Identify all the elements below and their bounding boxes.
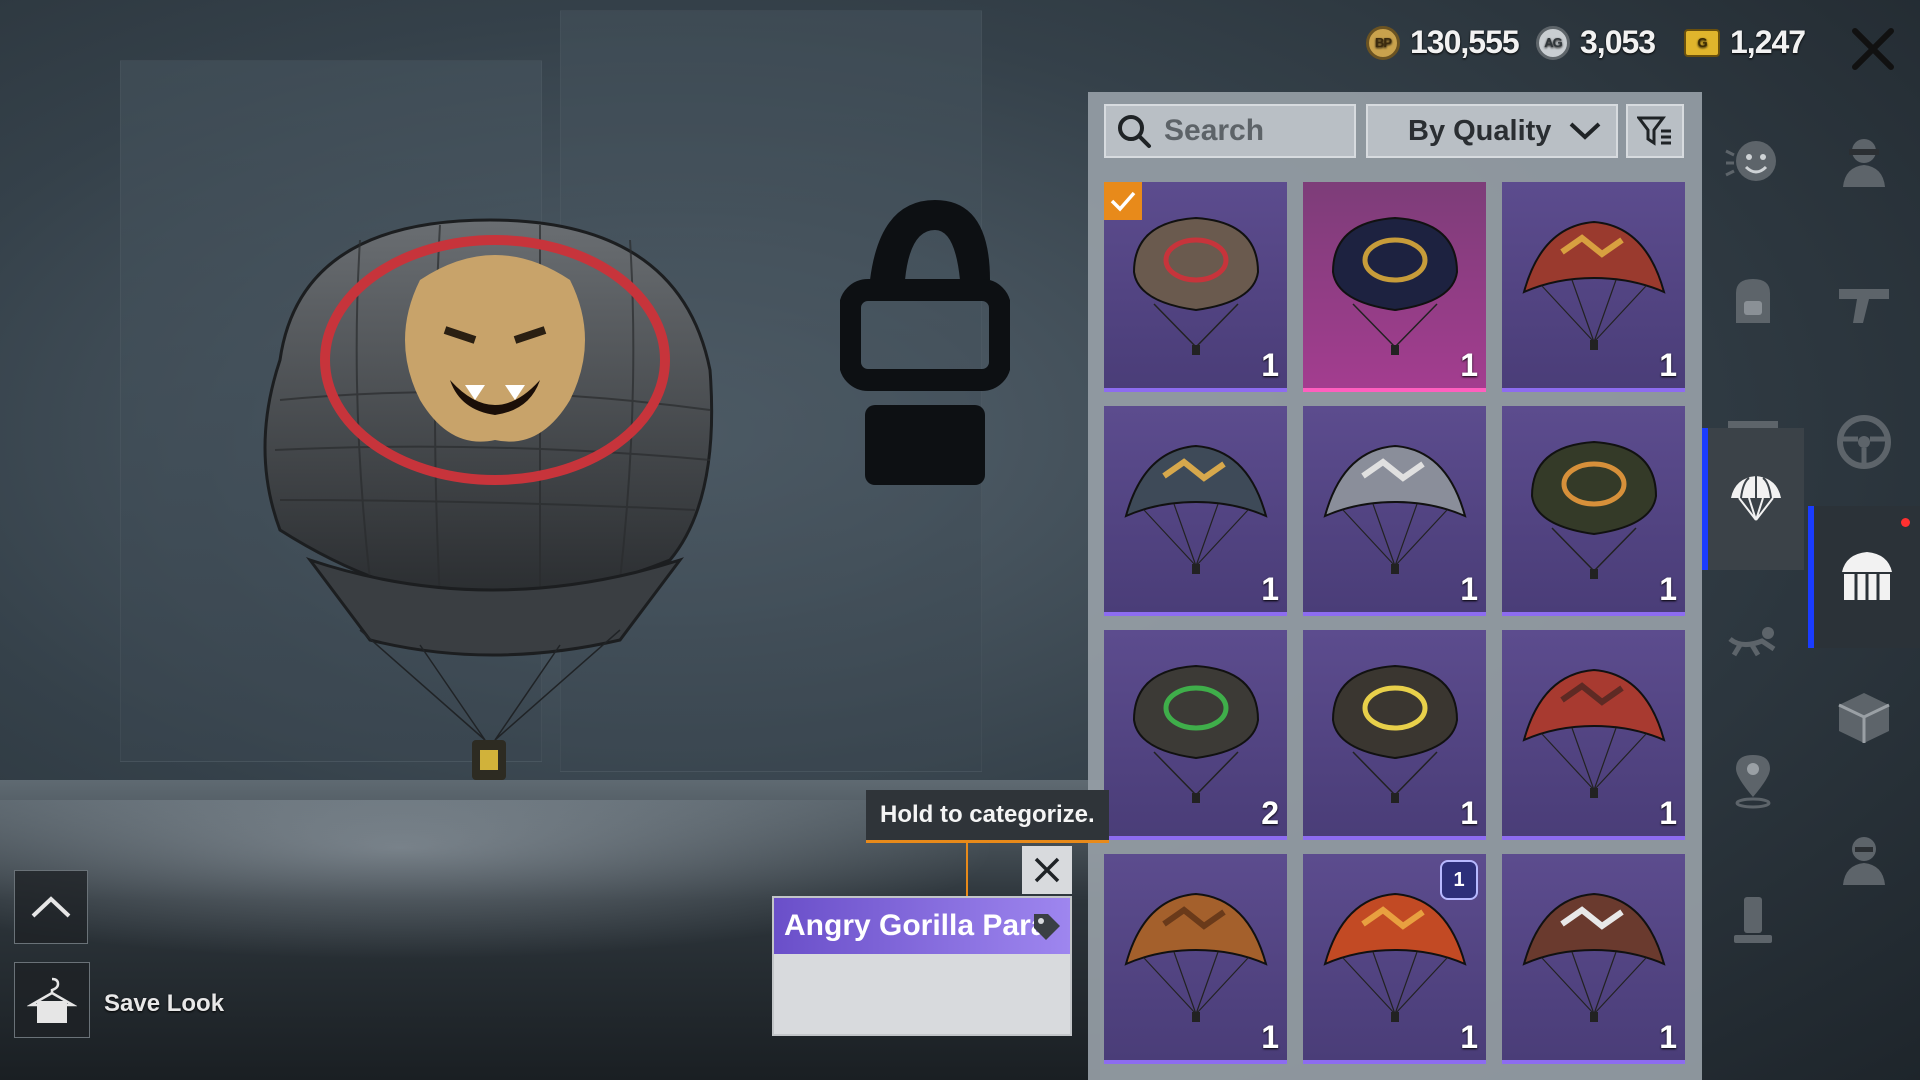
item-name-bar: Angry Gorilla Para: [774, 898, 1070, 954]
category-sidebar: [1702, 92, 1804, 1080]
hanger-icon: [27, 977, 77, 1023]
notification-dot: [1901, 518, 1910, 527]
chevron-down-icon: [1569, 122, 1601, 140]
item-quantity: 1: [1659, 1019, 1677, 1055]
item-tile[interactable]: 1: [1104, 182, 1287, 392]
item-quantity: 1: [1460, 571, 1478, 607]
search-input[interactable]: [1162, 113, 1346, 149]
main-category-sidebar: [1808, 92, 1920, 1080]
item-quantity: 1: [1261, 1019, 1279, 1055]
emote-icon: [1725, 141, 1776, 181]
tab-vehicle-skin[interactable]: [1808, 506, 1920, 648]
item-tile[interactable]: 1: [1502, 182, 1685, 392]
parachute-thumbnail: [1132, 664, 1260, 803]
item-quantity: 1: [1460, 795, 1478, 831]
bp-currency: BP 130,555: [1366, 24, 1520, 61]
parachute-thumbnail: [1323, 444, 1467, 574]
item-tile[interactable]: 1: [1502, 630, 1685, 840]
g-coin-icon: G: [1684, 28, 1720, 57]
item-name: Angry Gorilla Para: [784, 909, 1048, 942]
search-box[interactable]: [1104, 104, 1356, 158]
filter-icon: [1637, 116, 1671, 146]
gun-icon: [1839, 289, 1889, 323]
backpack-icon: [1736, 279, 1770, 323]
tab-vehicle[interactable]: [1808, 372, 1920, 512]
parachute-thumbnail: [1124, 892, 1268, 1022]
tooltip-text: Hold to categorize.: [880, 801, 1095, 828]
item-quantity: 1: [1460, 1019, 1478, 1055]
parachute-thumbnail: [1530, 440, 1658, 579]
item-tile[interactable]: 2: [1104, 630, 1287, 840]
item-tile[interactable]: 1: [1303, 630, 1486, 840]
wall-emblem: [840, 200, 1010, 485]
search-icon: [1118, 115, 1151, 148]
chevron-up-icon: [31, 896, 71, 918]
tab-character[interactable]: [1808, 92, 1920, 232]
item-tile[interactable]: 1: [1104, 854, 1287, 1064]
sort-dropdown[interactable]: By Quality: [1366, 104, 1618, 158]
skydive-icon: [1728, 627, 1776, 657]
location-icon: [1735, 755, 1771, 809]
bp-amount: 130,555: [1410, 24, 1520, 60]
tab-backpack[interactable]: [1702, 232, 1804, 372]
g-currency: G 1,247: [1684, 24, 1806, 61]
close-icon: [1852, 28, 1894, 70]
parachute-icon: [1731, 476, 1781, 521]
item-quantity: 1: [1460, 347, 1478, 383]
steering-wheel-icon: [1837, 415, 1891, 469]
vehicle-skin-icon: [1842, 552, 1892, 600]
save-look-button[interactable]: [14, 962, 90, 1038]
tab-radio[interactable]: [1702, 850, 1804, 990]
parachute-thumbnail: [1331, 216, 1459, 355]
selected-item-card[interactable]: Angry Gorilla Para: [772, 896, 1072, 1036]
parachute-thumbnail: [1522, 668, 1666, 798]
ag-amount: 3,053: [1580, 24, 1656, 60]
equipped-check-icon: [1104, 182, 1142, 220]
save-look-label: Save Look: [104, 990, 225, 1017]
tab-weapon[interactable]: [1808, 232, 1920, 372]
item-quantity: 1: [1659, 795, 1677, 831]
item-tile[interactable]: 1: [1502, 854, 1685, 1064]
crate-icon: [1838, 693, 1890, 743]
companion-icon: [1843, 837, 1885, 885]
tab-location[interactable]: [1702, 710, 1804, 850]
item-quantity: 1: [1261, 347, 1279, 383]
categorize-tooltip: Hold to categorize.: [866, 790, 1109, 843]
tab-companion[interactable]: [1808, 788, 1920, 928]
parachute-grid: 1111112111111: [1104, 182, 1685, 1064]
sort-label: By Quality: [1408, 114, 1552, 147]
item-quantity: 1: [1659, 347, 1677, 383]
close-card-button[interactable]: [1022, 846, 1072, 894]
item-tile[interactable]: 1: [1104, 406, 1287, 616]
tab-parachute[interactable]: [1702, 428, 1804, 570]
expand-up-button[interactable]: [14, 870, 88, 944]
item-tile[interactable]: 1: [1502, 406, 1685, 616]
level-badge: 1: [1440, 860, 1478, 900]
item-tile[interactable]: 1: [1303, 182, 1486, 392]
g-amount: 1,247: [1730, 24, 1806, 60]
tab-crate[interactable]: [1808, 648, 1920, 788]
parachute-thumbnail: [1124, 444, 1268, 574]
parachute-thumbnail: [1522, 892, 1666, 1022]
close-button[interactable]: [1838, 18, 1908, 80]
tag-icon[interactable]: [1030, 910, 1064, 944]
angry-gorilla-parachute-model: [263, 218, 714, 780]
tab-skydive[interactable]: [1702, 570, 1804, 710]
close-icon: [1034, 857, 1060, 883]
parachute-thumbnail: [1522, 220, 1666, 350]
item-tile[interactable]: 11: [1303, 854, 1486, 1064]
filter-button[interactable]: [1626, 104, 1684, 158]
bp-coin-icon: BP: [1366, 25, 1400, 60]
tab-emote[interactable]: [1702, 92, 1804, 232]
ag-currency: AG 3,053: [1536, 24, 1656, 61]
character-icon: [1843, 139, 1885, 187]
parachute-thumbnail: [1331, 664, 1459, 803]
ag-coin-icon: AG: [1536, 25, 1570, 60]
item-tile[interactable]: 1: [1303, 406, 1486, 616]
radio-icon: [1734, 897, 1772, 943]
item-quantity: 1: [1659, 571, 1677, 607]
item-quantity: 1: [1261, 571, 1279, 607]
item-quantity: 2: [1261, 795, 1279, 831]
